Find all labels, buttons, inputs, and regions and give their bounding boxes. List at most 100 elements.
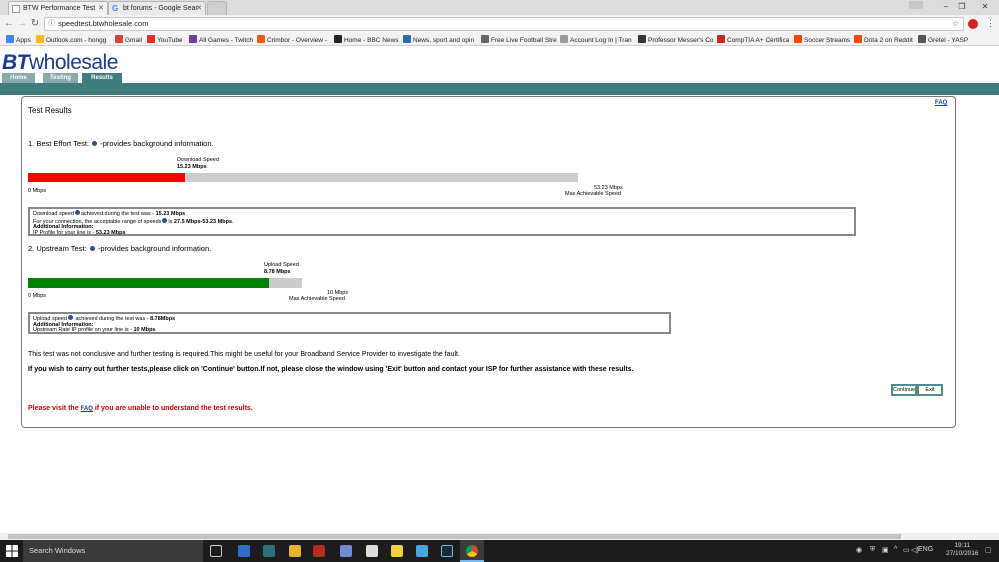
bbc-icon [334,35,342,43]
chrome-icon [466,545,478,557]
back-icon[interactable]: ← [3,18,15,29]
football-icon [481,35,489,43]
tab-title: bt forums - Google Sear [123,5,198,12]
task-view-icon[interactable] [210,545,222,557]
discord-icon[interactable] [340,545,352,557]
close-window-icon[interactable]: ✕ [975,2,995,11]
bookmark-free-football[interactable]: Free Live Football Stre [481,35,557,45]
bookmark-soccer-streams[interactable]: Soccer Streams [794,35,850,45]
steam-tray-icon[interactable]: ◉ [856,546,862,554]
network-icon[interactable]: ▭ [903,546,910,554]
info-icon[interactable] [92,141,98,146]
bookmark-twitch[interactable]: All Games - Twitch [189,35,253,45]
windows-start-icon[interactable] [6,545,18,557]
continue-instructions: If you wish to carry out further tests,p… [28,366,634,373]
exit-button[interactable]: Exit [917,384,943,396]
page-info-icon[interactable]: ⓘ [48,18,55,30]
app-tray-icon[interactable]: ▣ [882,546,889,554]
antivirus-tray-icon[interactable]: ⛨ [870,546,875,554]
tab-strip: BTW Performance Test ✕ G bt forums - Goo… [0,0,999,15]
close-tab-icon[interactable]: ✕ [98,2,104,15]
twitch-icon [189,35,197,43]
bookmark-dota2-reddit[interactable]: Dota 2 on Reddit [854,35,913,45]
info-icon[interactable] [67,315,73,320]
app-icon-blue[interactable] [238,545,250,557]
download-info-box: Download speed achieved during the test w… [28,207,856,236]
adblock-icon[interactable] [968,19,978,29]
tab-title: BTW Performance Test [23,5,96,12]
address-bar[interactable]: ⓘ speedtest.btwholesale.com ☆ [44,17,964,31]
page-icon [12,5,20,13]
navigation-bar: ← → ↻ ⓘ speedtest.btwholesale.com ☆ ⋮ [0,15,999,33]
upload-speed-bar [28,278,302,288]
file-explorer-icon[interactable] [289,545,301,557]
app-icon-teal[interactable] [263,545,275,557]
profile-button[interactable] [909,1,923,9]
upload-speed-value: 8.78 Mbps [264,269,291,275]
language-indicator[interactable]: ENG [918,546,933,553]
bookmark-professor-messer[interactable]: Professor Messer's Co [638,35,714,45]
menu-icon[interactable]: ⋮ [986,18,995,29]
bookmark-gretel-yasp[interactable]: Gretel - YASP [918,35,968,45]
show-hidden-icons[interactable]: ^ [894,546,897,553]
continue-button[interactable]: Continue [891,384,917,396]
comptia-icon [717,35,725,43]
youtube-icon [147,35,155,43]
download-min-label: 0 Mbps [28,188,47,194]
bookmark-apps[interactable]: Apps [6,35,31,45]
apps-grid-icon [6,35,14,43]
search-box[interactable]: Search Windows [23,540,203,562]
google-icon: G [112,4,119,13]
bookmark-gmail[interactable]: Gmail [115,35,142,45]
gmail-icon [115,35,123,43]
bookmark-bbc-news[interactable]: Home - BBC News [334,35,399,45]
bookmark-news-sport[interactable]: News, sport and opin [403,35,474,45]
calculator-icon[interactable] [366,545,378,557]
app-icon-red[interactable] [313,545,325,557]
upload-info-box: Upload speed achieved during the test wa… [28,312,671,334]
tab-bt-forums[interactable]: G bt forums - Google Sear ✕ [108,1,206,15]
info-icon[interactable] [74,210,80,215]
page-title: Test Results [28,106,72,115]
download-speed-value: 15.23 Mbps [177,164,207,170]
steam-icon[interactable] [441,545,453,557]
bookmark-star-icon[interactable]: ☆ [952,18,959,30]
upload-min-label: 0 Mbps [28,293,47,299]
bookmark-comptia[interactable]: CompTIA A+ Certifica [717,35,789,45]
upload-speed-label: Upload Speed [264,262,299,268]
reddit-icon [854,35,862,43]
faq-link[interactable]: FAQ [935,100,947,106]
horizontal-scrollbar[interactable] [0,533,999,540]
tab-btw-performance[interactable]: BTW Performance Test ✕ [8,1,108,15]
bookmark-account-login[interactable]: Account Log In | Tran [560,35,632,45]
info-icon[interactable] [89,246,95,251]
windows-taskbar: Search Windows ◉ ⛨ ▣ ^ ▭ ◁) ENG 19:11 27… [0,540,999,562]
reload-icon[interactable]: ↻ [29,18,41,29]
scrollbar-thumb[interactable] [8,534,901,539]
url-text: speedtest.btwholesale.com [58,19,149,28]
info-icon[interactable] [162,217,168,223]
faq-inline-link[interactable]: FAQ [81,406,93,412]
yasp-icon [918,35,926,43]
crimbor-icon [257,35,265,43]
close-tab-icon[interactable]: ✕ [196,2,202,15]
outlook-icon [36,35,44,43]
bookmark-youtube[interactable]: YouTube [147,35,183,45]
best-effort-heading: 1. Best Effort Test: -provides backgroun… [28,139,214,148]
bookmark-crimbor[interactable]: Crimbor - Overview - [257,35,327,45]
maximize-icon[interactable]: ❐ [952,2,972,11]
new-tab-button[interactable] [207,1,227,15]
sticky-notes-icon[interactable] [391,545,403,557]
download-speed-fill [28,173,185,182]
app-icon-light-blue[interactable] [416,545,428,557]
forward-icon[interactable]: → [16,18,28,29]
chrome-taskbar-button[interactable] [460,540,484,562]
bookmarks-bar: Apps Outlook.com - hongg Gmail YouTube A… [0,33,999,46]
download-speed-bar [28,173,578,182]
clock[interactable]: 19:11 27/10/2016 [946,542,979,558]
upstream-profile-line: Upstream Rate IP profile on your line is… [33,327,156,333]
notifications-icon[interactable]: ▢ [985,546,992,554]
header-bar [0,83,999,95]
bookmark-outlook[interactable]: Outlook.com - hongg [36,35,106,45]
messer-icon [638,35,646,43]
